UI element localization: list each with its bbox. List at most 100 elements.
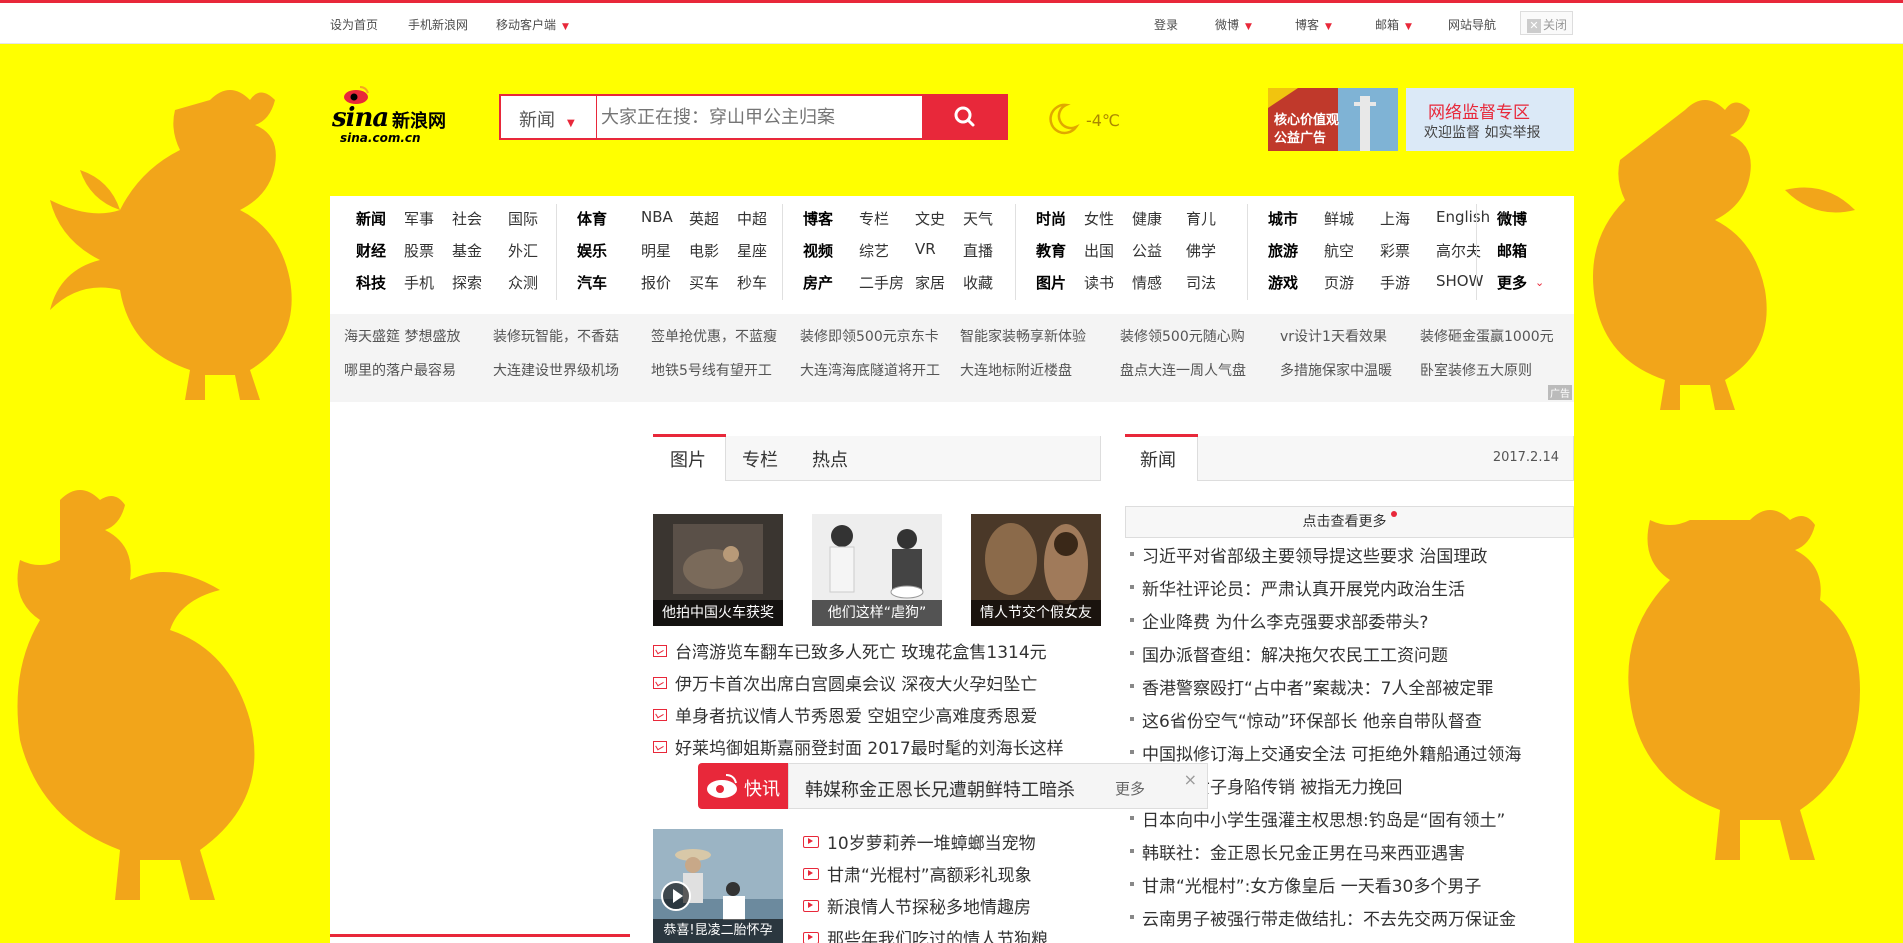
nav-link[interactable]: 彩票 — [1380, 240, 1410, 261]
nav-link[interactable]: 邮箱 — [1497, 240, 1527, 261]
nav-link[interactable]: 视频 — [803, 240, 833, 261]
ad-link[interactable]: vr设计1天看效果 — [1280, 326, 1387, 346]
nav-link[interactable]: 页游 — [1324, 272, 1354, 293]
play-icon[interactable] — [661, 881, 691, 911]
nav-link[interactable]: 情感 — [1132, 272, 1162, 293]
nav-link[interactable]: 汽车 — [577, 272, 607, 293]
sina-logo[interactable]: sina 新浪网 sina.com.cn — [332, 85, 472, 145]
ad-link[interactable]: 地铁5号线有望开工 — [651, 360, 772, 380]
news-item[interactable]: 香港警察殴打“占中者”案裁决：7人全部被定罪 — [1130, 674, 1574, 706]
video-thumb[interactable]: 恭喜!昆凌二胎怀孕 — [653, 829, 783, 943]
nav-link[interactable]: 电影 — [689, 240, 719, 261]
ad-link[interactable]: 多措施保家中温暖 — [1280, 360, 1392, 380]
ad-link[interactable]: 大连地标附近楼盘 — [960, 360, 1072, 380]
search-category-select[interactable]: 新闻 ▼ — [501, 96, 597, 138]
nav-link[interactable]: 直播 — [963, 240, 993, 261]
ad-link[interactable]: 装修玩智能，不香菇 — [493, 326, 619, 346]
public-ad-banner[interactable]: 核心价值观 公益广告 — [1268, 88, 1398, 151]
nav-link[interactable]: 英超 — [689, 208, 719, 229]
online-supervision-banner[interactable]: 网络监督专区 欢迎监督 如实举报 — [1406, 88, 1574, 151]
nav-link[interactable]: 旅游 — [1268, 240, 1298, 261]
nav-link[interactable]: 专栏 — [859, 208, 889, 229]
list-item[interactable]: 好莱坞御姐斯嘉丽登封面 2017最时髦的刘海长这样 — [653, 734, 1101, 766]
nav-link[interactable]: 报价 — [641, 272, 671, 293]
list-item[interactable]: 台湾游览车翻车已致多人死亡 玫瑰花盒售1314元 — [653, 638, 1101, 670]
nav-link[interactable]: 房产 — [803, 272, 833, 293]
nav-link[interactable]: 外汇 — [508, 240, 538, 261]
nav-link[interactable]: 城市 — [1268, 208, 1298, 229]
nav-link[interactable]: 基金 — [452, 240, 482, 261]
ad-link[interactable]: 签单抢优惠，不蓝瘦 — [651, 326, 777, 346]
ad-link[interactable]: 大连建设世界级机场 — [493, 360, 619, 380]
nav-link[interactable]: VR — [915, 240, 936, 258]
view-more-button[interactable]: 点击查看更多 — [1125, 506, 1574, 538]
nav-link[interactable]: 高尔夫 — [1436, 240, 1481, 261]
news-item[interactable]: 这6省份空气“惊动”环保部长 他亲自带队督查 — [1130, 707, 1574, 739]
set-homepage-link[interactable]: 设为首页 — [330, 16, 378, 33]
login-link[interactable]: 登录 — [1154, 16, 1178, 33]
weather-widget[interactable]: -4℃ — [1042, 99, 1142, 139]
news-item[interactable]: 企业降费 为什么李克强要求部委带头? — [1130, 608, 1574, 640]
mobile-sina-link[interactable]: 手机新浪网 — [408, 16, 468, 33]
ad-link[interactable]: 卧室装修五大原则 — [1420, 360, 1532, 380]
news-item[interactable]: 中国研修生在日遭压榨 无晾适累活还被性骚扰 — [1130, 938, 1574, 943]
tab-columns[interactable]: 专栏 — [742, 446, 778, 472]
nav-link[interactable]: 时尚 — [1036, 208, 1066, 229]
ad-link[interactable]: 盘点大连一周人气盘 — [1120, 360, 1246, 380]
mobile-client-link[interactable]: 移动客户端 ▼ — [496, 16, 569, 33]
nav-link[interactable]: 秒车 — [737, 272, 767, 293]
nav-link[interactable]: 买车 — [689, 272, 719, 293]
news-item[interactable]: 国办派督查组：解决拖欠农民工工资问题 — [1130, 641, 1574, 673]
close-icon[interactable]: × — [1184, 770, 1197, 789]
nav-link[interactable]: 星座 — [737, 240, 767, 261]
nav-link[interactable]: 综艺 — [859, 240, 889, 261]
blog-menu[interactable]: 博客 ▼ — [1295, 16, 1332, 33]
ad-link[interactable]: 装修领500元随心购 — [1120, 326, 1245, 346]
nav-link[interactable]: 体育 — [577, 208, 607, 229]
nav-link[interactable]: 股票 — [404, 240, 434, 261]
nav-link[interactable]: 微博 — [1497, 208, 1527, 229]
site-nav-link[interactable]: 网站导航 — [1448, 16, 1496, 33]
nav-link[interactable]: 手机 — [404, 272, 434, 293]
nav-link[interactable]: 天气 — [963, 208, 993, 229]
thumb-train[interactable]: 他拍中国火车获奖 — [653, 514, 783, 626]
nav-link[interactable]: 社会 — [452, 208, 482, 229]
ad-link[interactable]: 智能家装畅享新体验 — [960, 326, 1086, 346]
nav-link[interactable]: 收藏 — [963, 272, 993, 293]
nav-link[interactable]: 娱乐 — [577, 240, 607, 261]
ad-link[interactable]: 大连湾海底隧道将开工 — [800, 360, 940, 380]
nav-link[interactable]: 军事 — [404, 208, 434, 229]
news-item[interactable]: 韩联社：金正恩长兄金正男在马来西亚遇害 — [1130, 839, 1574, 871]
nav-link[interactable]: 手游 — [1380, 272, 1410, 293]
list-item[interactable]: 新浪情人节探秘多地情趣房 — [803, 893, 1101, 925]
list-item[interactable]: 单身者抗议情人节秀恩爱 空姐空少高难度秀恩爱 — [653, 702, 1101, 734]
nav-link[interactable]: 上海 — [1380, 208, 1410, 229]
news-item[interactable]: 习近平对省部级主要领导提这些要求 治国理政 — [1130, 542, 1574, 574]
thumb-couple[interactable]: 他们这样“虐狗” — [812, 514, 942, 626]
news-item[interactable]: 新华社评论员：严肃认真开展党内政治生活 — [1130, 575, 1574, 607]
nav-link[interactable]: 国际 — [508, 208, 538, 229]
nav-link[interactable]: 司法 — [1186, 272, 1216, 293]
nav-link[interactable]: 航空 — [1324, 240, 1354, 261]
nav-link[interactable]: 二手房 — [859, 272, 904, 293]
ad-link[interactable]: 哪里的落户最容易 — [344, 360, 456, 380]
nav-link[interactable]: 科技 — [356, 272, 386, 293]
nav-link[interactable]: 出国 — [1084, 240, 1114, 261]
nav-link[interactable]: 众测 — [508, 272, 538, 293]
nav-link[interactable]: 财经 — [356, 240, 386, 261]
news-item[interactable]: 云南男子被强行带走做结扎：不去先交两万保证金 — [1130, 905, 1574, 937]
tab-news[interactable]: 新闻 — [1140, 446, 1176, 472]
mail-menu[interactable]: 邮箱 ▼ — [1375, 16, 1412, 33]
ad-link[interactable]: 装修砸金蛋赢1000元 — [1420, 326, 1554, 346]
nav-link[interactable]: 明星 — [641, 240, 671, 261]
nav-link[interactable]: 家居 — [915, 272, 945, 293]
weibo-menu[interactable]: 微博 ▼ — [1215, 16, 1252, 33]
search-button[interactable] — [922, 94, 1008, 140]
nav-link[interactable]: 文史 — [915, 208, 945, 229]
news-item[interactable]: 甘肃“光棍村”:女方像皇后 一天看30多个男子 — [1130, 872, 1574, 904]
nav-link[interactable]: 公益 — [1132, 240, 1162, 261]
list-item[interactable]: 伊万卡首次出席白宫圆桌会议 深夜大火孕妇坠亡 — [653, 670, 1101, 702]
list-item[interactable]: 那些年我们吃过的情人节狗粮 — [803, 925, 1101, 943]
tab-hot[interactable]: 热点 — [812, 446, 848, 472]
thumb-fake-girlfriend[interactable]: 情人节交个假女友 — [971, 514, 1101, 626]
